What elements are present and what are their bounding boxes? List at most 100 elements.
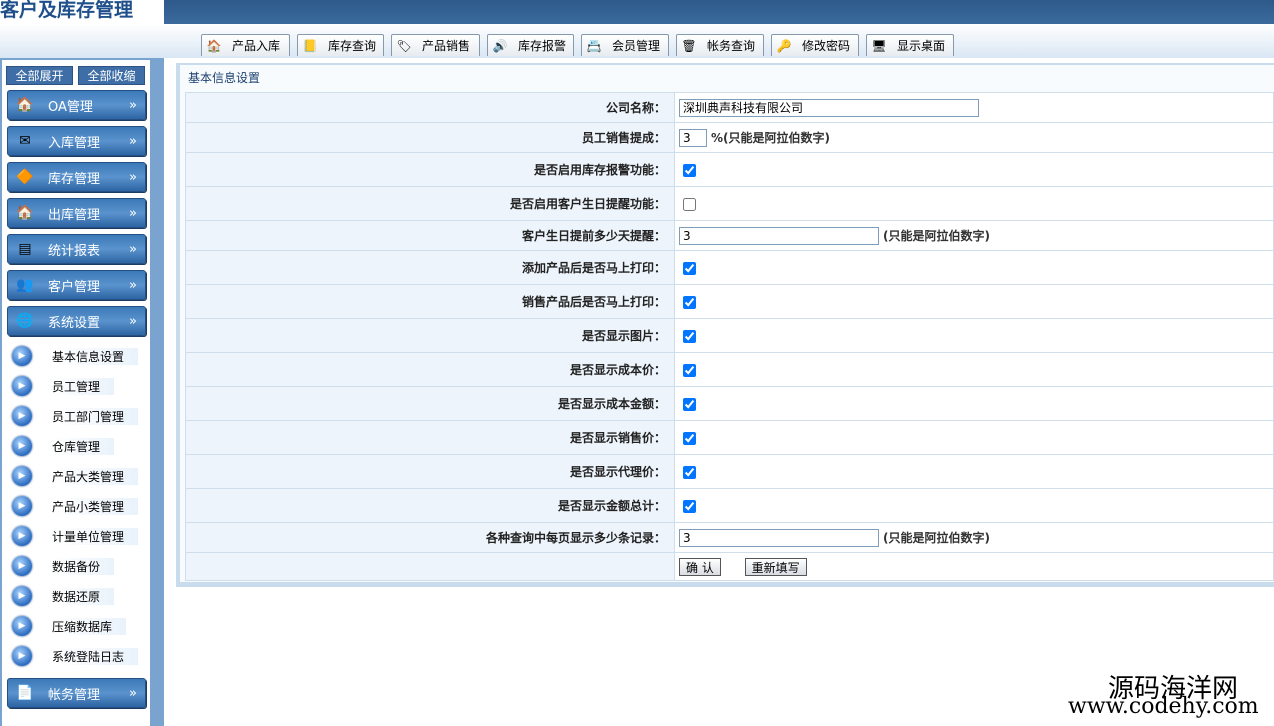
company-name-input[interactable] (679, 98, 979, 117)
settings-form: 公司名称： 员工销售提成： %(只能是阿拉伯数字) 是否启用库存报警功能： 是否… (185, 92, 1274, 581)
sidebar-item-product-subcategory[interactable]: ▶ 产品小类管理 (12, 494, 142, 518)
desktop-icon: 🖥 (871, 38, 887, 53)
menu-account-management[interactable]: 📄 帐务管理 » (7, 678, 146, 708)
menu-customer-management[interactable]: 👥 客户管理 » (7, 270, 146, 300)
show-agent-price-checkbox[interactable] (683, 465, 696, 479)
play-icon: ▶ (12, 436, 32, 456)
stock-alarm-checkbox[interactable] (683, 163, 696, 177)
tab-label: 会员管理 (612, 39, 661, 53)
menu-statistics-report[interactable]: ▤ 统计报表 » (7, 234, 146, 264)
button-row-label (185, 552, 675, 581)
show-sale-price-checkbox[interactable] (683, 431, 696, 445)
menu-stock-out-management[interactable]: 🏠 出库管理 » (7, 198, 146, 228)
book-icon: 📒 (302, 38, 318, 53)
sidebar-item-label: 仓库管理 (52, 437, 115, 455)
sidebar-item-department[interactable]: ▶ 员工部门管理 (12, 404, 142, 428)
sidebar-item-warehouse[interactable]: ▶ 仓库管理 (12, 434, 142, 458)
sidebar-item-label: 数据还原 (52, 587, 115, 605)
play-icon: ▶ (12, 586, 32, 606)
double-chevron-icon: » (129, 313, 137, 329)
menu-stock-in-management[interactable]: ✉ 入库管理 » (7, 126, 146, 156)
commission-label: 员工销售提成： (185, 122, 675, 153)
play-icon: ▶ (12, 646, 32, 666)
sidebar-item-product-category[interactable]: ▶ 产品大类管理 (12, 464, 142, 488)
play-icon: ▶ (12, 556, 32, 576)
menu-inventory-management[interactable]: 🔶 库存管理 » (7, 162, 146, 192)
play-icon: ▶ (12, 376, 32, 396)
records-per-page-input[interactable] (679, 528, 879, 547)
sidebar-item-backup[interactable]: ▶ 数据备份 (12, 554, 142, 578)
sidebar-panel: 全部展开 全部收缩 🏠 OA管理 » ✉ 入库管理 » 🔶 库存管理 » 🏠 出… (2, 60, 150, 726)
show-total-checkbox[interactable] (683, 499, 696, 513)
print-after-add-checkbox[interactable] (683, 261, 696, 275)
trash-icon: 🗑 (681, 38, 697, 53)
double-chevron-icon: » (129, 277, 137, 293)
menu-label: 系统设置 (48, 315, 101, 331)
tab-stock-query[interactable]: 📒 库存查询 (297, 34, 384, 56)
sidebar-item-label: 员工管理 (52, 377, 115, 395)
tab-show-desktop[interactable]: 🖥 显示桌面 (866, 34, 954, 56)
double-chevron-icon: » (129, 133, 137, 149)
tab-member-management[interactable]: 📇 会员管理 (581, 34, 669, 56)
sidebar-item-label: 系统登陆日志 (52, 647, 139, 665)
sidebar-item-basic-info[interactable]: ▶ 基本信息设置 (12, 344, 142, 368)
tab-change-password[interactable]: 🔑 修改密码 (771, 34, 859, 56)
globe-icon: 🌐 (16, 313, 34, 329)
double-chevron-icon: » (129, 169, 137, 185)
sidebar-item-label: 员工部门管理 (52, 407, 139, 425)
show-sale-price-label: 是否显示销售价： (185, 420, 675, 455)
collapse-all-button[interactable]: 全部收缩 (78, 66, 145, 85)
tab-label: 库存查询 (328, 39, 377, 53)
play-icon: ▶ (12, 466, 32, 486)
menu-label: OA管理 (48, 99, 93, 115)
tab-bar: 🏠 产品入库 📒 库存查询 🏷 产品销售 🔊 库存报警 📇 会员管理 🗑 帐务查… (0, 24, 1274, 58)
sidebar-item-employee[interactable]: ▶ 员工管理 (12, 374, 142, 398)
print-after-add-label: 添加产品后是否马上打印： (185, 250, 675, 285)
menu-label: 客户管理 (48, 279, 101, 295)
records-per-page-label: 各种查询中每页显示多少条记录： (185, 522, 675, 553)
birthday-reminder-label: 是否启用客户生日提醒功能： (185, 186, 675, 221)
double-chevron-icon: » (129, 685, 137, 701)
key-icon: 🔑 (776, 38, 792, 53)
sidebar-item-label: 产品小类管理 (52, 497, 139, 515)
users-icon: 👥 (16, 277, 34, 293)
play-icon: ▶ (12, 346, 32, 366)
app-title: 客户及库存管理 (0, 0, 134, 21)
confirm-button[interactable]: 确 认 (679, 557, 721, 576)
watermark-url: www.codehy.com (1068, 694, 1259, 719)
ledger-icon: 📄 (16, 685, 34, 701)
tab-product-in[interactable]: 🏠 产品入库 (201, 34, 290, 56)
sidebar-item-compress-db[interactable]: ▶ 压缩数据库 (12, 614, 142, 638)
sidebar-item-unit[interactable]: ▶ 计量单位管理 (12, 524, 142, 548)
play-icon: ▶ (12, 406, 32, 426)
menu-label: 帐务管理 (48, 687, 101, 703)
shapes-icon: 🔶 (16, 169, 34, 185)
settings-panel: 基本信息设置 公司名称： 员工销售提成： %(只能是阿拉伯数字) 是否启用库存报… (180, 65, 1274, 582)
print-after-sale-checkbox[interactable] (683, 295, 696, 309)
tab-label: 帐务查询 (707, 39, 756, 53)
tab-stock-alarm[interactable]: 🔊 库存报警 (487, 34, 574, 56)
show-cost-checkbox[interactable] (683, 363, 696, 377)
menu-label: 入库管理 (48, 135, 101, 151)
main-content: 基本信息设置 公司名称： 员工销售提成： %(只能是阿拉伯数字) 是否启用库存报… (176, 63, 1274, 587)
commission-input[interactable] (679, 128, 707, 147)
page-title: 基本信息设置 (188, 71, 261, 85)
top-bar (0, 0, 1274, 24)
sidebar-item-restore[interactable]: ▶ 数据还原 (12, 584, 142, 608)
sidebar-item-login-log[interactable]: ▶ 系统登陆日志 (12, 644, 142, 668)
menu-system-settings[interactable]: 🌐 系统设置 » (7, 306, 146, 336)
tab-account-query[interactable]: 🗑 帐务查询 (676, 34, 764, 56)
tab-product-sales[interactable]: 🏷 产品销售 (391, 34, 480, 56)
expand-all-button[interactable]: 全部展开 (6, 66, 73, 85)
menu-oa-management[interactable]: 🏠 OA管理 » (7, 90, 146, 120)
birthday-reminder-checkbox[interactable] (683, 197, 696, 211)
show-image-checkbox[interactable] (683, 329, 696, 343)
house-icon: 🏠 (206, 38, 222, 53)
birthday-days-input[interactable] (679, 226, 879, 245)
show-cost-amount-checkbox[interactable] (683, 397, 696, 411)
sidebar-item-label: 数据备份 (52, 557, 115, 575)
reset-button[interactable]: 重新填写 (744, 557, 807, 576)
company-name-label: 公司名称： (185, 92, 675, 123)
play-icon: ▶ (12, 496, 32, 516)
report-icon: ▤ (18, 241, 32, 257)
